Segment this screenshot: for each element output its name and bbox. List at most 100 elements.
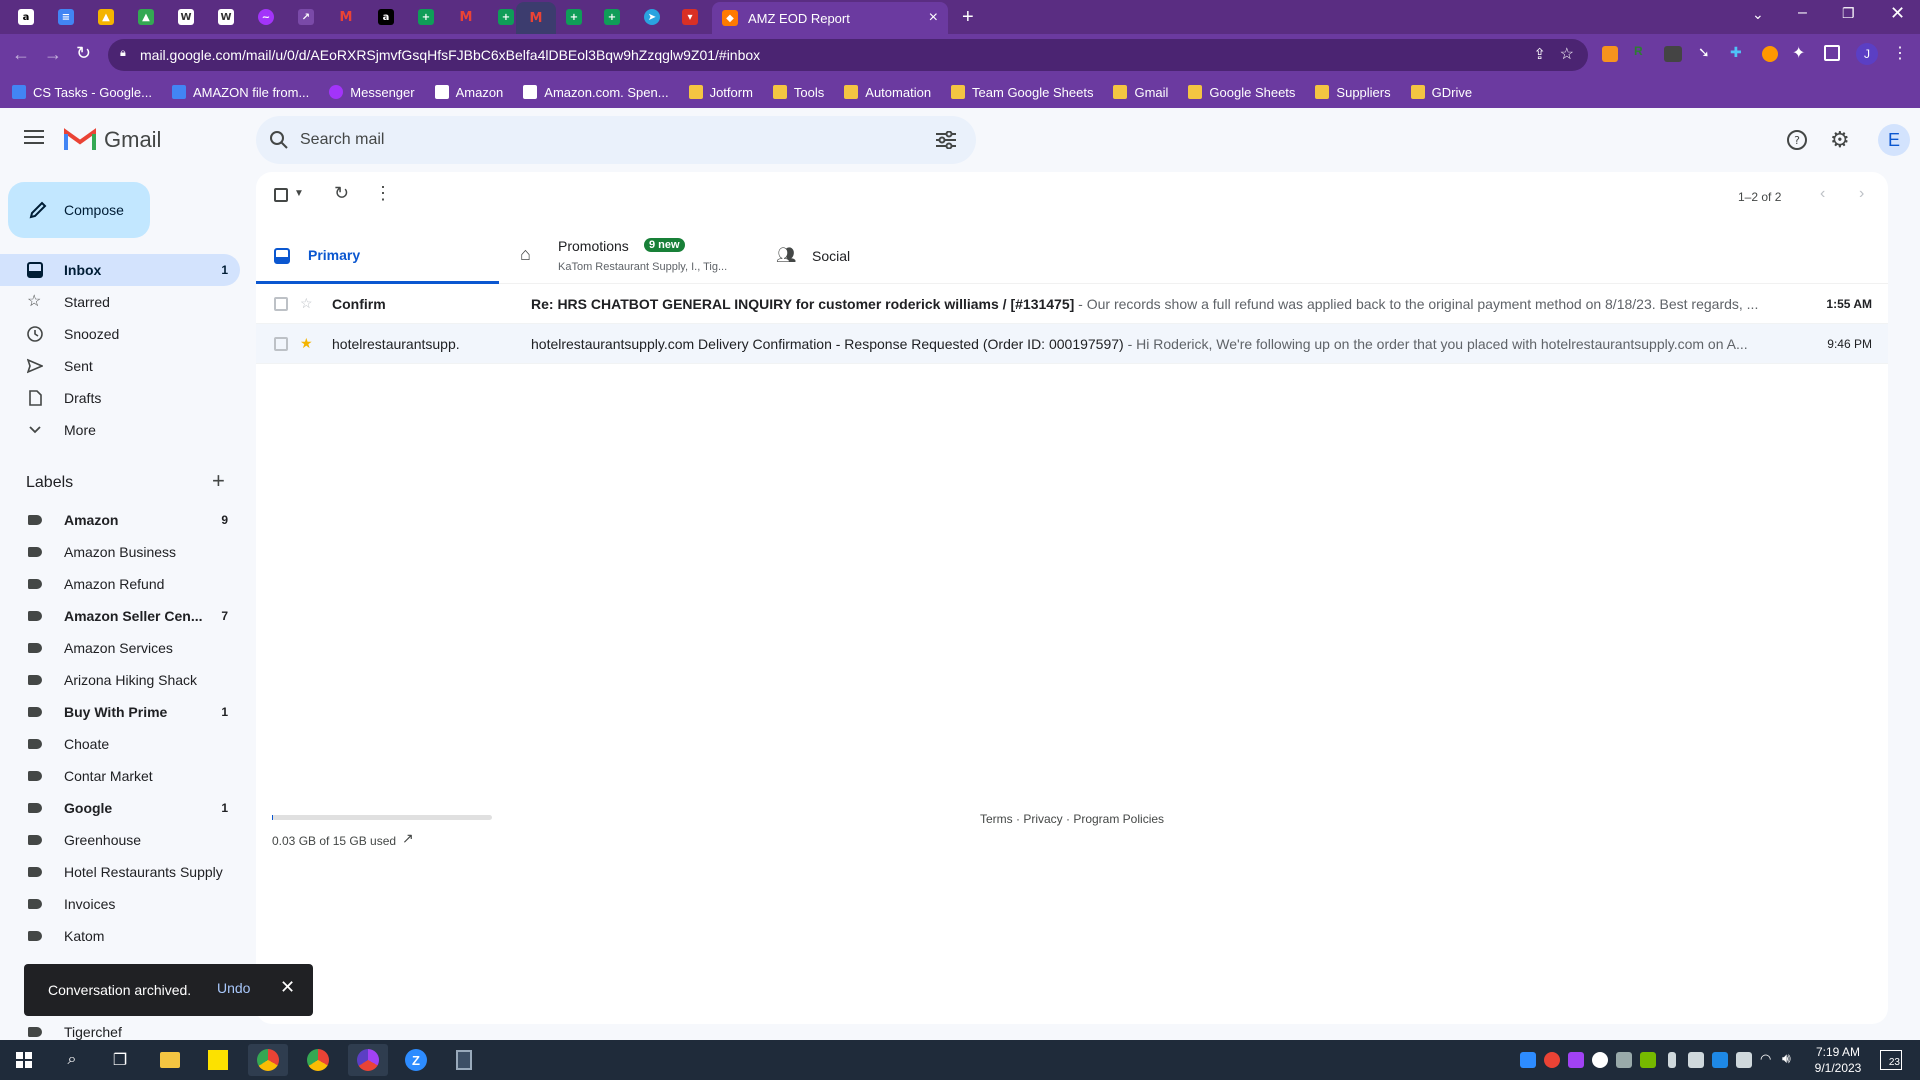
url-bar[interactable]: 🔒︎ mail.google.com/mail/u/0/d/AEoRXRSjmv… [108,39,1588,71]
bookmark-star-icon[interactable]: ☆ [1560,44,1574,64]
bookmark-cs-tasks[interactable]: CS Tasks - Google... [12,85,152,100]
keyboard-icon[interactable] [1736,1052,1752,1068]
star-filled-icon[interactable]: ★ [300,335,313,352]
tab-active[interactable]: ◆ AMZ EOD Report × [712,2,948,34]
bookmark-amazon-spend[interactable]: Amazon.com. Spen... [523,85,669,100]
zoom-icon[interactable]: Z [396,1044,436,1076]
microphone-icon[interactable] [1668,1052,1676,1068]
search-taskbar-icon[interactable]: ⌕ [52,1044,92,1076]
tab-drive[interactable]: ▲ [88,4,124,30]
tab-chart[interactable]: ↗ [288,4,324,30]
nav-sent[interactable]: Sent [0,350,240,382]
external-link-icon[interactable]: ↗ [402,830,414,847]
sticky-notes-icon[interactable] [198,1044,238,1076]
row-checkbox[interactable] [274,297,288,311]
tab-gmail-2[interactable]: M [448,4,484,30]
label-item[interactable]: Choate [0,728,240,760]
close-toast-icon[interactable]: ✕ [280,977,295,998]
label-item[interactable]: Amazon Seller Cen... 7 [0,600,240,632]
tab-gmail-active[interactable]: M [516,2,556,34]
prev-page-icon[interactable]: ‹ [1820,185,1825,203]
side-panel-icon[interactable] [1824,45,1840,61]
nav-drafts[interactable]: Drafts [0,382,240,414]
extension-r-icon[interactable]: R [1634,44,1643,58]
tab-search-icon[interactable]: ⌄ [1752,6,1764,23]
add-label-icon[interactable]: + [212,468,225,494]
settings-gear-icon[interactable]: ⚙ [1830,127,1850,153]
search-options-icon[interactable] [936,131,956,149]
label-item[interactable]: Invoices [0,888,240,920]
tab-amazon-2[interactable]: a [368,4,404,30]
bookmark-folder-gdrive[interactable]: GDrive [1410,85,1472,100]
tab-gmail[interactable]: M [328,4,364,30]
reload-icon[interactable]: ↻ [76,43,91,64]
label-item[interactable]: Katom [0,920,240,952]
tab-amazon[interactable]: a [8,4,44,30]
gmail-logo-icon[interactable] [64,128,96,152]
tab-sheets-3[interactable]: + [556,4,592,30]
extension-arrow-icon[interactable]: ➘ [1698,44,1710,61]
minimize-icon[interactable]: – [1798,4,1807,22]
label-item[interactable]: Hotel Restaurants Supply [0,856,240,888]
search-bar[interactable]: Search mail [256,116,976,164]
bookmark-folder-suppliers[interactable]: Suppliers [1315,85,1391,100]
tab-site-2[interactable]: W [208,4,244,30]
chrome-icon[interactable] [298,1044,338,1076]
tray-app-icon[interactable] [1712,1052,1728,1068]
tab-sheets-4[interactable]: + [594,4,630,30]
bookmark-folder-gmail[interactable]: Gmail [1113,85,1168,100]
nav-more[interactable]: More [0,414,240,446]
email-row[interactable]: ☆ Confirm Re: HRS CHATBOT GENERAL INQUIR… [256,284,1888,324]
extension-off-icon[interactable] [1664,46,1682,62]
bookmark-folder-jotform[interactable]: Jotform [688,85,753,100]
forward-icon[interactable]: → [44,44,62,65]
label-item[interactable]: Amazon Business [0,536,240,568]
zoom-tray-icon[interactable] [1520,1052,1536,1068]
label-item[interactable]: Buy With Prime 1 [0,696,240,728]
maximize-icon[interactable]: ❐ [1842,5,1855,22]
tab-messenger[interactable]: ~ [248,4,284,30]
footer-links[interactable]: Terms · Privacy · Program Policies [980,812,1164,826]
calculator-icon[interactable] [444,1044,484,1076]
undo-button[interactable]: Undo [217,980,250,996]
tab-site-3[interactable]: ▾ [672,4,708,30]
label-item[interactable]: Amazon 9 [0,504,240,536]
label-item[interactable]: Google 1 [0,792,240,824]
email-row[interactable]: ★ hotelrestaurantsupp. hotelrestaurantsu… [256,324,1888,364]
bookmark-folder-google-sheets[interactable]: Google Sheets [1188,85,1295,100]
more-options-icon[interactable]: ⋮ [374,183,392,204]
account-avatar[interactable]: E [1878,124,1910,156]
notifications-icon[interactable]: 23 [1880,1050,1902,1070]
tray-app-icon[interactable] [1616,1052,1632,1068]
bookmark-folder-automation[interactable]: Automation [844,85,931,100]
label-item[interactable]: Amazon Services [0,632,240,664]
nvidia-icon[interactable] [1640,1052,1656,1068]
tab-primary[interactable]: Primary [256,228,499,284]
clock[interactable]: 7:19 AM 9/1/2023 [1808,1044,1868,1076]
tray-app-icon[interactable] [1688,1052,1704,1068]
windows-start-icon[interactable] [4,1044,44,1076]
tab-drive-2[interactable]: ▲ [128,4,164,30]
nav-inbox[interactable]: Inbox 1 [0,254,240,286]
chrome-icon[interactable] [248,1044,288,1076]
task-view-icon[interactable]: ❐ [100,1044,140,1076]
bookmark-amazon-file[interactable]: AMAZON file from... [171,85,309,100]
row-checkbox[interactable] [274,337,288,351]
tab-social[interactable]: 👥︎ Social [776,228,1006,284]
select-all-checkbox[interactable] [274,188,288,202]
nav-snoozed[interactable]: Snoozed [0,318,240,350]
volume-icon[interactable]: 🔊︎ [1782,1050,1791,1067]
search-input[interactable]: Search mail [300,131,384,149]
chrome-tray-icon[interactable] [1544,1052,1560,1068]
file-explorer-icon[interactable] [150,1044,190,1076]
tab-site[interactable]: W [168,4,204,30]
tab-docs[interactable]: ≡ [48,4,84,30]
chrome-profile-icon[interactable] [348,1044,388,1076]
wifi-icon[interactable]: ◠ [1760,1051,1771,1067]
label-item[interactable]: Contar Market [0,760,240,792]
share-icon[interactable]: ⇪ [1533,45,1546,63]
bookmark-folder-tools[interactable]: Tools [772,85,824,100]
profile-avatar[interactable]: J [1856,43,1878,65]
bookmark-amazon[interactable]: Amazon [434,85,503,100]
extensions-puzzle-icon[interactable]: ✦ [1792,43,1805,63]
